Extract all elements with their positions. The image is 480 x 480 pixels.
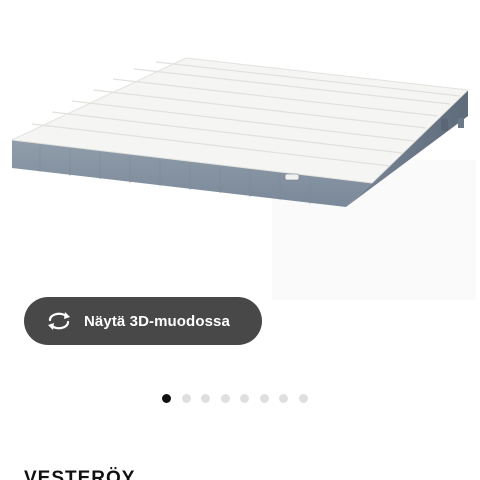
view-3d-label: Näytä 3D-muodossa xyxy=(84,312,230,330)
rotate-3d-icon xyxy=(46,311,72,331)
pagination-dot[interactable] xyxy=(181,393,191,403)
product-image-mattress[interactable] xyxy=(0,0,480,300)
view-3d-button[interactable]: Näytä 3D-muodossa xyxy=(24,297,262,345)
pagination-dot[interactable] xyxy=(279,393,288,403)
pagination-dot-active[interactable] xyxy=(162,393,171,403)
product-name: VESTERÖY xyxy=(24,468,136,480)
product-page: Näytä 3D-muodossa VESTERÖY xyxy=(0,0,480,480)
pagination-dot[interactable] xyxy=(201,393,210,403)
pagination-dot[interactable] xyxy=(220,393,230,403)
pagination-dot[interactable] xyxy=(298,393,308,403)
pagination-dot[interactable] xyxy=(259,393,269,403)
product-image-gallery[interactable]: Näytä 3D-muodossa xyxy=(0,0,480,380)
pagination-dot[interactable] xyxy=(240,393,249,403)
image-pagination xyxy=(162,392,318,404)
